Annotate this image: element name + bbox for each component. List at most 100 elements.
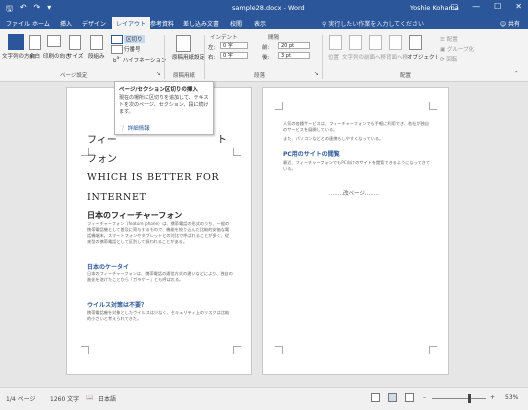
- tab-insert[interactable]: 挿入: [60, 19, 72, 28]
- group-button[interactable]: ▣ グループ化: [440, 45, 474, 53]
- text-direction-icon[interactable]: [8, 34, 24, 50]
- indent-left-label: 左:: [208, 45, 216, 51]
- share-button[interactable]: ☺ 共有: [500, 19, 520, 28]
- body-paragraph: 最近、フィーチャーフォンでもPC向けのサイトを閲覧できるようになってきている。: [283, 160, 431, 171]
- position-icon[interactable]: [329, 35, 342, 50]
- indent-left-input[interactable]: 0 字: [220, 42, 248, 49]
- orientation-icon[interactable]: [47, 35, 61, 47]
- breaks-icon[interactable]: [111, 35, 123, 44]
- tooltip-description: 現在の場所に区切りを追加して、テキストを次のページ、セクション、段に続けます。: [119, 95, 209, 115]
- subsection-heading: 日本のケータイ: [87, 264, 130, 271]
- group-separator: [322, 35, 323, 79]
- wrap-text-button[interactable]: 文字列の折り返し: [342, 53, 364, 61]
- margin-marker: [275, 346, 283, 354]
- language-indicator[interactable]: 日本語: [98, 394, 116, 403]
- send-backward-icon[interactable]: [389, 35, 402, 50]
- proofing-icon[interactable]: 📖: [86, 394, 93, 401]
- margin-marker: [81, 346, 89, 354]
- margins-icon[interactable]: [29, 35, 41, 50]
- margin-marker: [429, 346, 437, 354]
- save-icon[interactable]: 🖫: [6, 3, 13, 17]
- word-count[interactable]: 1260 文字: [50, 394, 79, 403]
- zoom-slider-thumb[interactable]: [468, 394, 471, 403]
- customize-qat-icon[interactable]: ▾: [47, 3, 51, 17]
- section-heading: 日本のフィーチャーフォン: [87, 211, 183, 220]
- print-layout-icon[interactable]: [388, 393, 397, 402]
- manuscript-settings-button[interactable]: 原稿用紙設定: [172, 53, 205, 61]
- tab-view[interactable]: 表示: [254, 19, 266, 28]
- breaks-tooltip: ページ/セクション区切りの挿入 現在の場所に区切りを追加して、テキストを次のペー…: [114, 81, 214, 135]
- collapse-ribbon-icon[interactable]: ⌃: [514, 71, 519, 77]
- ribbon-tabs: ファイル ホーム 挿入 デザイン レイアウト 参考資料 差し込み文書 校閲 表示…: [0, 16, 528, 29]
- page-count[interactable]: 1/4 ページ: [6, 394, 35, 403]
- tab-review[interactable]: 校閲: [230, 19, 242, 28]
- redo-icon[interactable]: ↷: [34, 3, 41, 17]
- margins-button[interactable]: 余白: [29, 52, 40, 60]
- maximize-icon[interactable]: ☐: [494, 2, 501, 11]
- heading-jp-line1: フィー: [87, 135, 117, 146]
- ribbon-display-icon[interactable]: ▢: [451, 2, 459, 11]
- read-mode-icon[interactable]: [371, 393, 380, 402]
- ribbon: 文字列の方向 余白 印刷の向き サイズ 段組み 区切り 行番号 ba- ハイフネ…: [0, 29, 528, 82]
- paragraph-dialog-launcher[interactable]: ↘: [314, 71, 319, 77]
- document-title: sample28.docx - Word: [232, 4, 305, 12]
- tab-design[interactable]: デザイン: [82, 19, 106, 28]
- manuscript-group-label: 原稿用紙: [173, 73, 196, 79]
- size-button[interactable]: サイズ: [67, 52, 83, 60]
- align-button[interactable]: ☰ 配置: [440, 35, 458, 43]
- breaks-button[interactable]: 区切り: [124, 35, 145, 43]
- selection-pane-button[interactable]: オブジェクトの選択と表示: [407, 53, 437, 61]
- zoom-slider[interactable]: [432, 398, 486, 399]
- tab-layout[interactable]: レイアウト: [112, 17, 151, 29]
- body-paragraph: 日本のフィーチャーフォンは、携帯電話の通信方式の違いなどにより、独自の進化を遂げ…: [87, 271, 233, 282]
- bring-forward-icon[interactable]: [369, 35, 382, 50]
- margin-marker: [233, 346, 241, 354]
- line-numbers-button[interactable]: 行番号: [124, 45, 141, 53]
- spacing-before-input[interactable]: 20 pt: [278, 42, 310, 49]
- body-paragraph: また、パソコンなどとの連携もしやすくなっている。: [283, 136, 384, 141]
- subsection-heading: PC用のサイトの閲覧: [283, 151, 340, 158]
- tell-me-input[interactable]: ⚲ 実行したい作業を入力してください: [322, 19, 424, 28]
- selection-pane-icon[interactable]: [409, 35, 422, 50]
- tab-mailings[interactable]: 差し込み文書: [183, 19, 219, 28]
- paragraph-group-label: 段落: [254, 73, 266, 79]
- tab-file[interactable]: ファイル: [6, 19, 30, 28]
- minimize-icon[interactable]: —: [472, 2, 480, 11]
- position-button[interactable]: 位置: [328, 53, 339, 61]
- send-backward-button[interactable]: 背面へ移動: [386, 53, 408, 61]
- body-paragraph: 携帯電話機を対象としたウイルスは少なく、セキュリティ上のリスクは比較的小さいと考…: [87, 310, 230, 321]
- size-icon[interactable]: [69, 35, 81, 50]
- rotate-button[interactable]: ⟳ 回転: [440, 55, 457, 63]
- zoom-out-button[interactable]: –: [423, 394, 426, 401]
- columns-icon[interactable]: [90, 35, 103, 50]
- manuscript-icon[interactable]: [176, 35, 191, 52]
- tab-references[interactable]: 参考資料: [150, 19, 174, 28]
- page-break-marker: ........改ページ........: [329, 191, 379, 197]
- tooltip-title: ページ/セクション区切りの挿入: [119, 87, 198, 93]
- title-bar: 🖫 ↶ ↷ ▾ sample28.docx - Word Yoshie Koha…: [0, 0, 528, 16]
- zoom-level[interactable]: 53%: [505, 394, 518, 401]
- page-setup-dialog-launcher[interactable]: ↘: [156, 71, 161, 77]
- close-icon[interactable]: ✕: [515, 2, 522, 11]
- zoom-in-button[interactable]: +: [490, 394, 495, 401]
- heading-jp-line1-end: ト: [217, 135, 227, 146]
- bring-forward-button[interactable]: 前面へ移動: [364, 53, 386, 61]
- margin-marker: [233, 148, 241, 156]
- indent-right-input[interactable]: 0 字: [220, 52, 248, 59]
- spacing-after-input[interactable]: 3 pt: [278, 52, 310, 59]
- heading-en-line2: INTERNET: [87, 192, 147, 203]
- margin-marker: [429, 102, 437, 110]
- heading-jp-line2: フォン: [87, 154, 117, 165]
- web-layout-icon[interactable]: [405, 393, 414, 402]
- line-numbers-icon[interactable]: [111, 45, 123, 54]
- wrap-text-icon[interactable]: [349, 35, 362, 50]
- columns-button[interactable]: 段組み: [88, 52, 105, 60]
- undo-icon[interactable]: ↶: [20, 3, 27, 17]
- hyphenation-button[interactable]: ba- ハイフネーション: [113, 56, 167, 64]
- tab-home[interactable]: ホーム: [32, 19, 50, 28]
- tooltip-more-info-link[interactable]: ❔ 詳細情報: [119, 124, 150, 132]
- document-page-2[interactable]: 人気の各種サービスは、フィーチャーフォンでも手軽に利用でき、各社が独自のサービス…: [262, 87, 449, 375]
- arrange-group-label: 配置: [400, 73, 412, 79]
- indent-right-label: 右:: [208, 55, 216, 61]
- status-bar: 1/4 ページ 1260 文字 📖 日本語 – + 53%: [0, 387, 528, 410]
